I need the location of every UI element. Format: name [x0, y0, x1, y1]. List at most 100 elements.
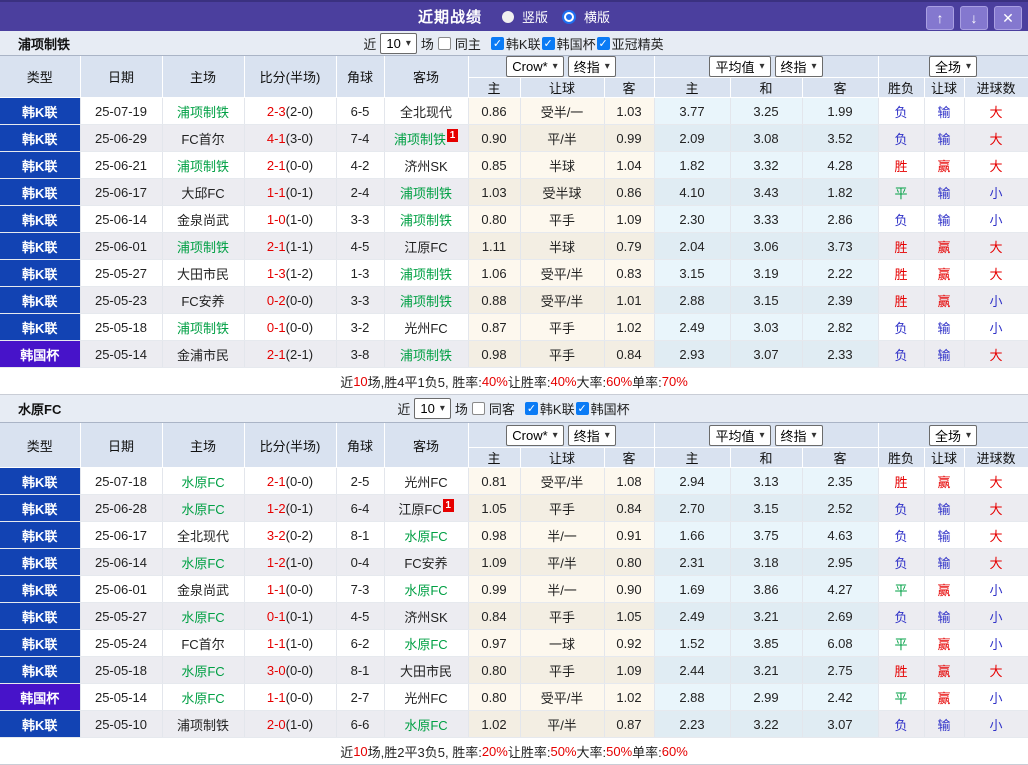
home-team: FC首尔	[162, 124, 245, 152]
odds-time-select[interactable]: 终指 ▾	[567, 424, 616, 446]
avg-home-odds: 1.52	[654, 629, 731, 657]
home-team: 水原FC	[162, 656, 245, 684]
bookmaker-select[interactable]: Crow* ▾	[506, 424, 564, 446]
match-row: 韩K联 25-06-01 金泉尚武 1-1(0-0) 7-3 水原FC 0.99 半/一 0.9…	[0, 575, 1028, 603]
summary-stat-value: 70%	[661, 373, 688, 389]
avg-draw-odds: 3.13	[730, 467, 803, 495]
avg-away-odds: 2.22	[802, 259, 879, 287]
avg-away-odds: 2.42	[802, 683, 879, 711]
score-halftime: 1-2(1-0)	[244, 548, 337, 576]
league-filter[interactable]: ✓ 韩K联	[524, 399, 576, 418]
league-label: 韩K联	[505, 36, 541, 52]
handicap-away-odds: 0.90	[604, 575, 655, 603]
match-date: 25-06-14	[80, 548, 163, 576]
same-venue-checkbox[interactable]	[471, 402, 485, 415]
radio-label[interactable]: 竖版	[522, 7, 548, 26]
handicap-home-odds: 0.98	[468, 521, 521, 549]
league-filter[interactable]: ✓ 韩国杯	[541, 34, 597, 53]
avg-draw-odds: 3.86	[730, 575, 803, 603]
result-wdl: 平	[878, 178, 925, 206]
league-filter[interactable]: ✓ 韩国杯	[575, 399, 631, 418]
match-row: 韩K联 25-05-18 水原FC 3-0(0-0) 8-1 大田市民 0.80 平手 1.09…	[0, 656, 1028, 684]
odds-time-select[interactable]: 终指 ▾	[774, 424, 823, 446]
league-type: 韩K联	[0, 124, 81, 152]
match-row: 韩国杯 25-05-14 水原FC 1-1(0-0) 2-7 光州FC 0.80 受平/半 1.…	[0, 683, 1028, 711]
match-date: 25-06-17	[80, 521, 163, 549]
move-down-button[interactable]: ↓	[960, 6, 988, 30]
stats-summary-home-team: 近 10 场,胜4平1负5, 胜率: 40% 让胜率: 40% 大率: 60% 单率: 70…	[0, 368, 1028, 395]
avg-home-odds: 3.77	[654, 97, 731, 125]
avg-home-odds: 4.10	[654, 178, 731, 206]
checkbox-icon[interactable]: ✓	[541, 36, 555, 50]
checkbox-icon[interactable]: ✓	[596, 36, 610, 50]
match-row: 韩K联 25-05-10 浦项制铁 2-0(1-0) 6-6 水原FC 1.02 平/半 0.8…	[0, 710, 1028, 738]
handicap-home-odds: 0.98	[468, 340, 521, 368]
match-row: 韩国杯 25-05-14 金浦市民 2-1(2-1) 3-8 浦项制铁 0.98 平手 0.84…	[0, 340, 1028, 368]
avg-away-odds: 2.69	[802, 602, 879, 630]
summary-stat-value: 40%	[481, 373, 508, 389]
home-team: 水原FC	[162, 467, 245, 495]
avg-home-odds: 2.23	[654, 710, 731, 738]
avg-draw-odds: 3.25	[730, 97, 803, 125]
checkbox-icon[interactable]: ✓	[490, 36, 504, 50]
league-type: 韩K联	[0, 97, 81, 125]
sub-header-eu-away: 客	[802, 77, 879, 98]
score-halftime: 0-1(0-1)	[244, 602, 337, 630]
close-button[interactable]: ✕	[994, 6, 1022, 30]
match-date: 25-07-19	[80, 97, 163, 125]
result-wdl: 平	[878, 575, 925, 603]
odds-time-select[interactable]: 终指 ▾	[567, 56, 616, 77]
avg-away-odds: 2.82	[802, 313, 879, 341]
handicap-home-odds: 0.86	[468, 97, 521, 125]
match-date: 25-06-14	[80, 205, 163, 233]
match-date: 25-07-18	[80, 467, 163, 495]
radio-selected[interactable]	[564, 11, 574, 22]
radio-unselected[interactable]	[501, 10, 514, 23]
sub-header-ah-line: 让球	[520, 447, 605, 468]
checkbox-icon[interactable]: ✓	[575, 402, 589, 415]
average-select[interactable]: 平均值 ▾	[709, 56, 771, 77]
handicap-line: 半/一	[520, 575, 605, 603]
result-goals: 小	[964, 683, 1028, 711]
summary-stat-value: 40%	[550, 373, 577, 389]
handicap-line: 平手	[520, 656, 605, 684]
match-row: 韩K联 25-07-19 浦项制铁 2-3(2-0) 6-5 全北现代 0.86 受半/一 1.…	[0, 97, 1028, 125]
scope-select[interactable]: 全场 ▾	[928, 424, 978, 446]
away-team: FC安养	[384, 548, 469, 576]
away-team: 水原FC	[384, 710, 469, 738]
avg-home-odds: 2.04	[654, 232, 731, 260]
result-handicap: 赢	[924, 575, 965, 603]
league-type: 韩K联	[0, 151, 81, 179]
avg-away-odds: 3.52	[802, 124, 879, 152]
summary-text: 让胜率:	[507, 374, 551, 390]
same-venue-checkbox[interactable]	[437, 36, 451, 50]
odds-time-select[interactable]: 终指 ▾	[774, 56, 823, 77]
summary-text: 场,胜2平3负5, 胜率:	[367, 744, 482, 760]
handicap-line: 受平/半	[520, 683, 605, 711]
score-halftime: 0-2(0-0)	[244, 286, 337, 314]
average-select[interactable]: 平均值 ▾	[709, 424, 771, 446]
bookmaker-select[interactable]: Crow* ▾	[506, 56, 564, 77]
sub-header-result-goals: 进球数	[964, 77, 1028, 98]
sub-header-result-handicap: 让球	[924, 77, 965, 98]
avg-draw-odds: 3.15	[730, 494, 803, 522]
handicap-away-odds: 1.08	[604, 467, 655, 495]
match-count-select[interactable]: 10 ▾	[380, 32, 417, 54]
handicap-home-odds: 0.97	[468, 629, 521, 657]
scope-select[interactable]: 全场 ▾	[928, 56, 978, 77]
corners: 2-4	[336, 178, 385, 206]
league-type: 韩K联	[0, 178, 81, 206]
league-filter[interactable]: ✓ 韩K联	[490, 34, 542, 53]
checkbox-icon[interactable]: ✓	[524, 402, 538, 415]
league-filter[interactable]: ✓ 亚冠精英	[596, 34, 665, 53]
radio-label[interactable]: 横版	[584, 7, 610, 26]
result-handicap: 输	[924, 124, 965, 152]
layout-radio-group: 竖版 横版	[492, 7, 610, 26]
result-goals: 大	[964, 151, 1028, 179]
handicap-away-odds: 0.99	[604, 124, 655, 152]
section-filter-bar-home-team: 浦项制铁 近 10 ▾ 场 同主 ✓ 韩K联 ✓ 韩国杯 ✓ 亚冠精英	[0, 31, 1028, 56]
match-count-select[interactable]: 10 ▾	[414, 398, 451, 419]
move-up-button[interactable]: ↑	[926, 6, 954, 30]
result-goals: 小	[964, 575, 1028, 603]
result-handicap: 输	[924, 602, 965, 630]
